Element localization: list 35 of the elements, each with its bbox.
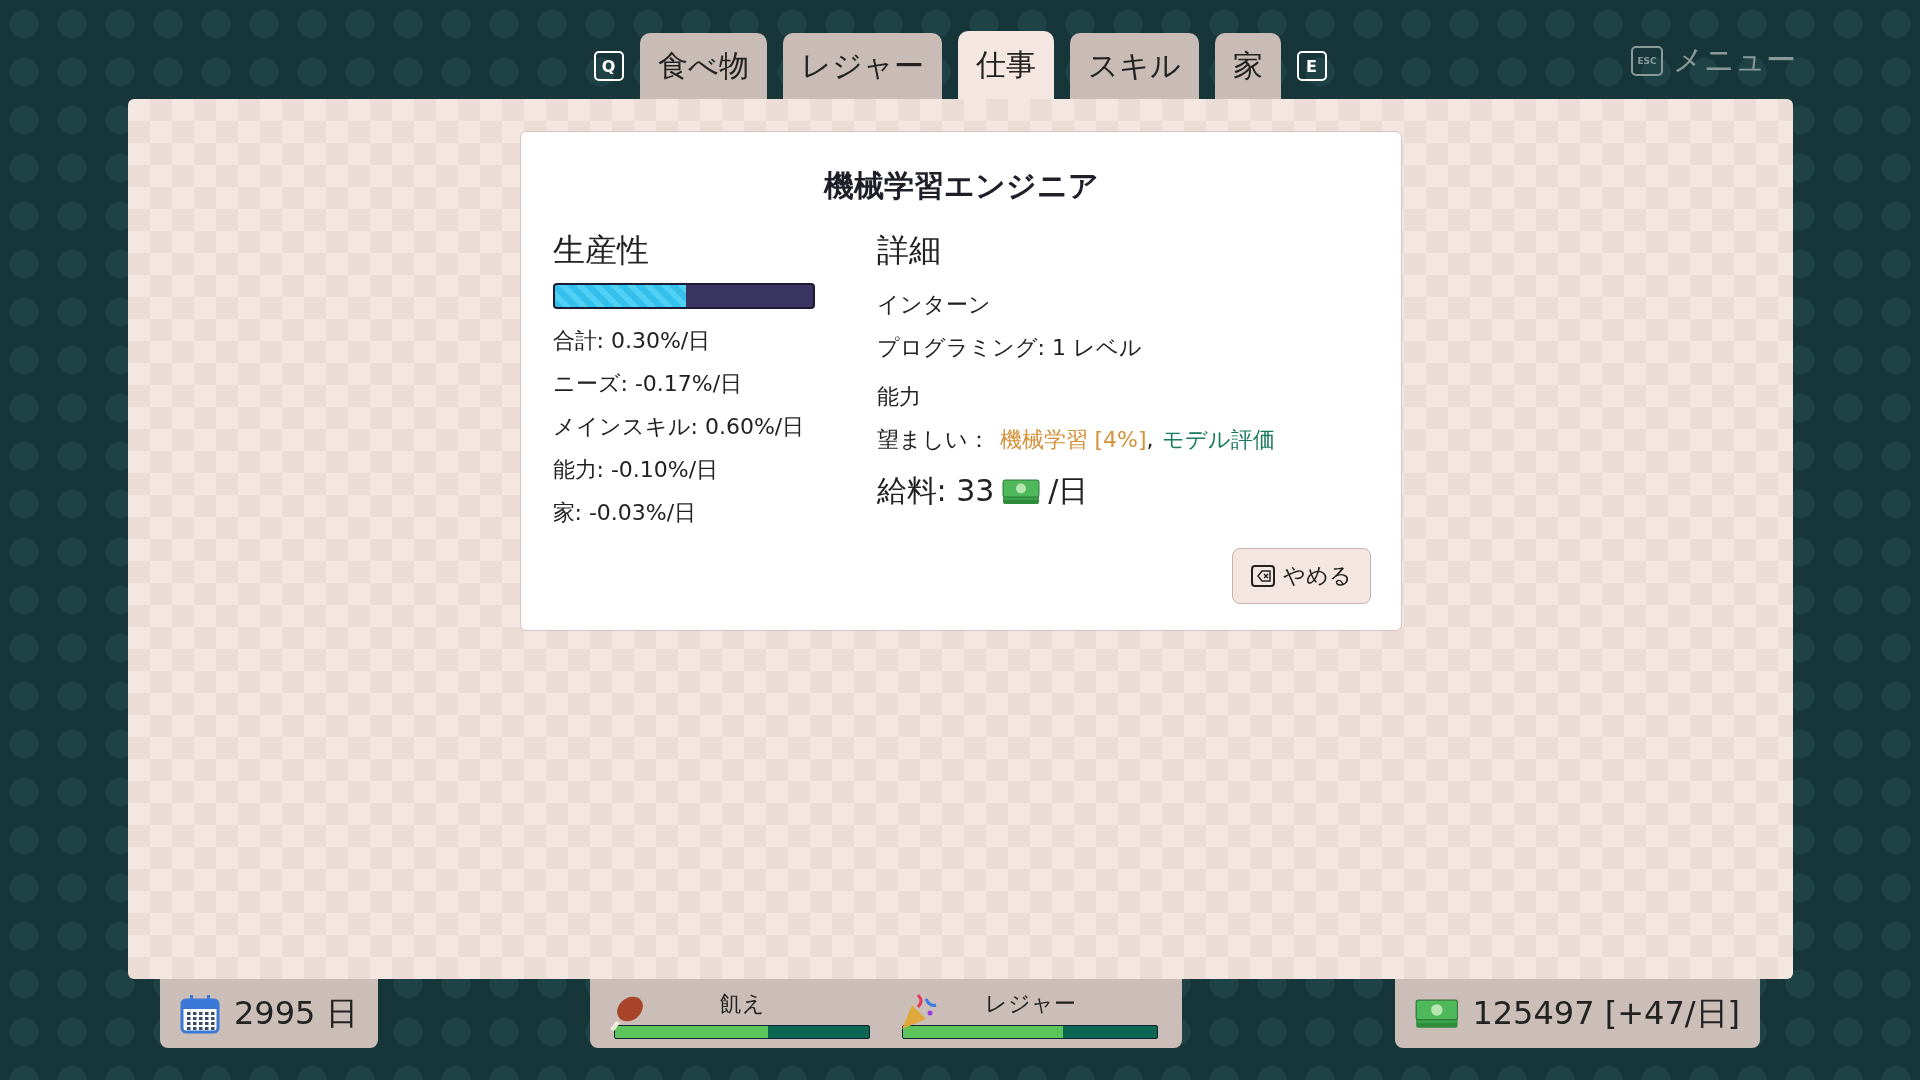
abilities-heading: 能力 [876,383,921,411]
money-icon [1414,998,1459,1029]
skill-name: モデル評価 [1161,426,1275,454]
backspace-icon [1250,565,1275,587]
salary-text: 給料: 33 [876,472,995,510]
requirement-text: プログラミング: 1 レベル [876,334,1142,362]
tab[interactable]: 家 [1214,33,1281,99]
tab[interactable]: 食べ物 [639,33,767,99]
stat-line: 家: -0.03%/日 [552,499,697,527]
need-label: 飢え [719,989,765,1018]
stat-line: 合計: 0.30%/日 [552,327,711,355]
tab[interactable]: レジャー [782,33,942,99]
need-label: レジャー [984,989,1076,1018]
section-heading: 詳細 [876,230,941,271]
key-hint: Q [593,51,624,81]
money-amount: 125497 [+47/日] [1472,992,1740,1034]
key-hint: ESC [1631,45,1663,76]
menu-link[interactable]: メニュー [1673,40,1796,81]
tab[interactable]: スキル [1069,33,1199,99]
job-title: 機械学習エンジニア [822,167,1100,205]
tab[interactable]: 仕事 [957,31,1054,99]
stat-line: メインスキル: 0.60%/日 [552,413,805,441]
stat-line: ニーズ: -0.17%/日 [552,370,743,398]
quit-button[interactable]: やめる [1231,548,1371,604]
salary-unit: /日 [1048,472,1089,510]
desired-label: 望ましい： [876,426,990,454]
separator: , [1146,426,1154,454]
section-heading: 生産性 [552,230,649,271]
day-count: 2995 日 [234,992,358,1034]
key-hint: E [1296,51,1327,81]
calendar-icon [180,993,220,1034]
rank-text: インターン [876,291,991,319]
stat-line: 能力: -0.10%/日 [552,456,719,484]
skill-name: 機械学習 [4%] [999,426,1147,454]
money-icon [1002,478,1041,505]
